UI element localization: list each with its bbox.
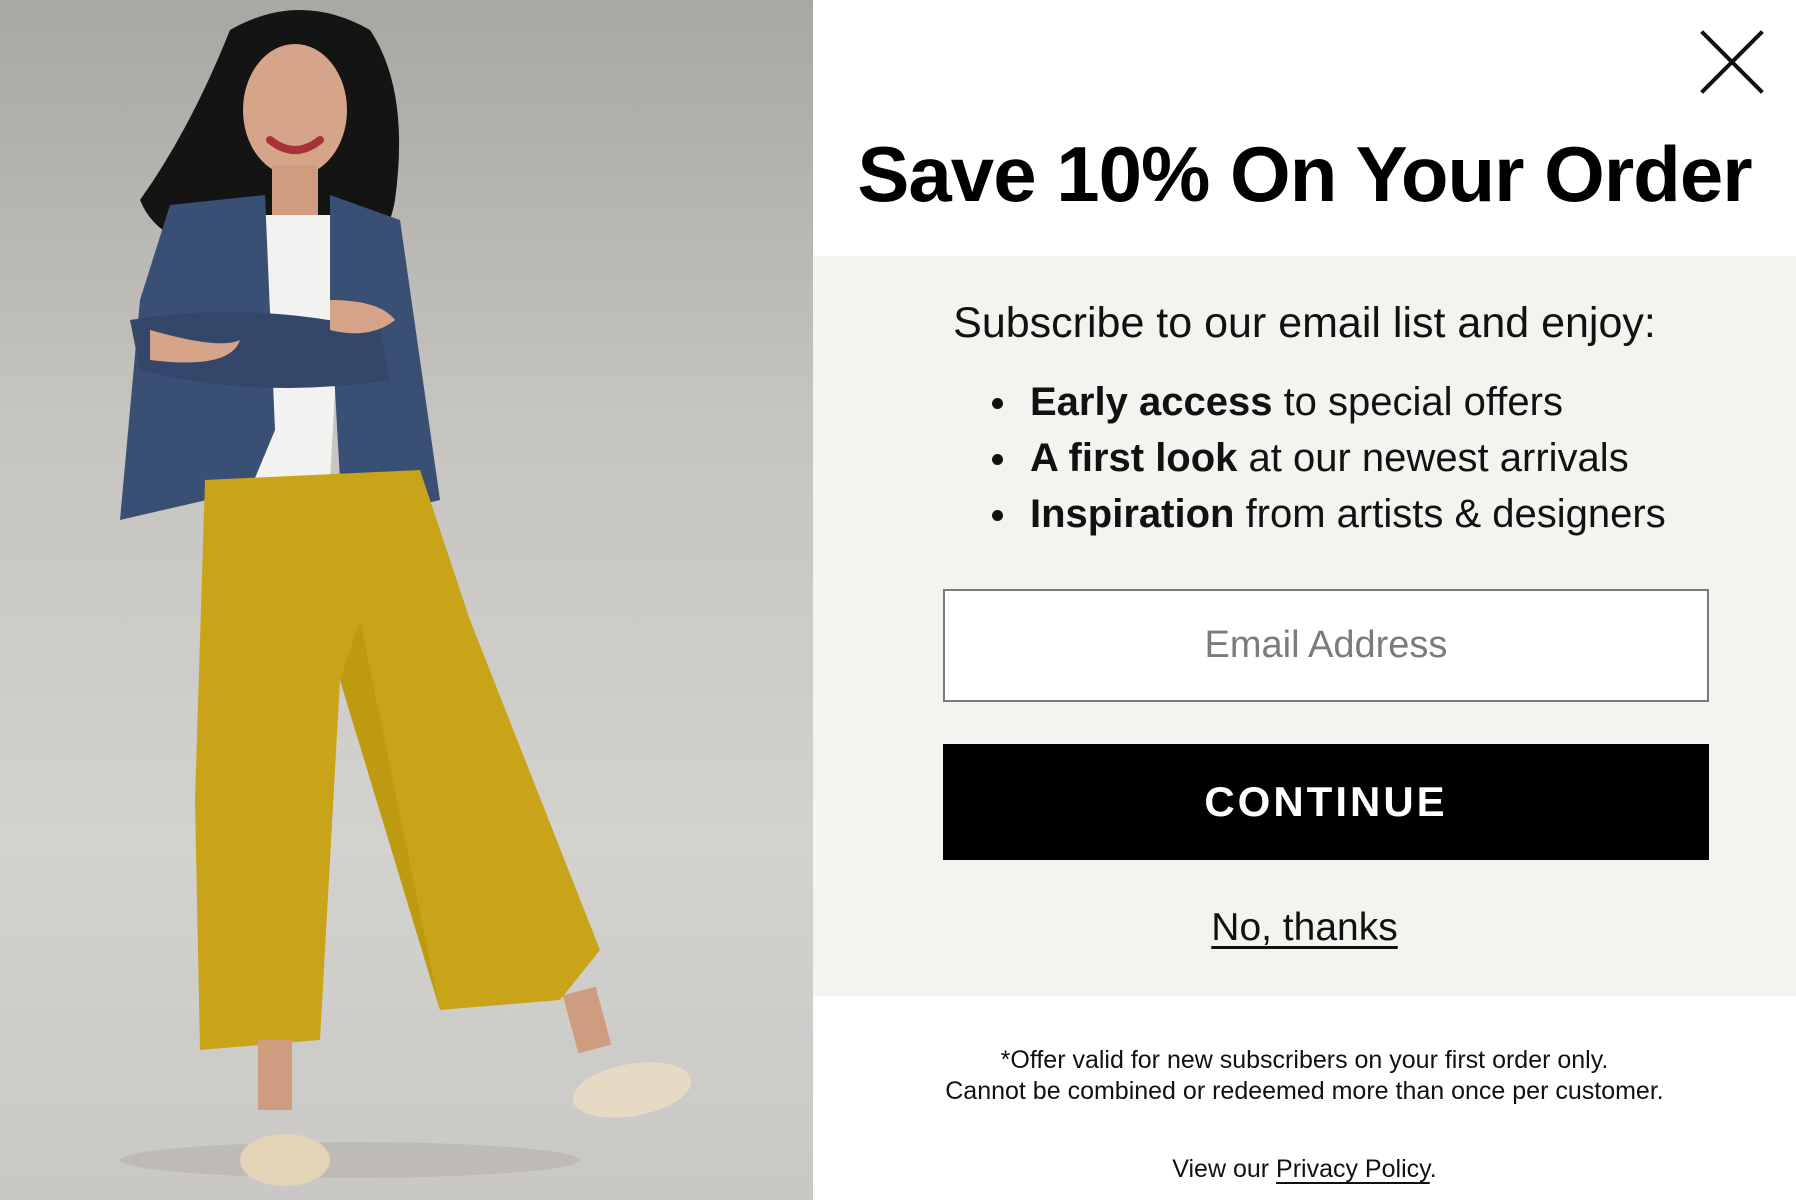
decline-container: No, thanks bbox=[813, 906, 1796, 950]
disclaimer-line-1: *Offer valid for new subscribers on your… bbox=[1000, 1046, 1609, 1074]
benefit-text: to special offers bbox=[1272, 380, 1563, 424]
continue-button[interactable]: CONTINUE bbox=[943, 744, 1709, 860]
popup-headline: Save 10% On Your Order bbox=[857, 130, 1752, 218]
privacy-policy-link[interactable]: Privacy Policy bbox=[1276, 1155, 1430, 1183]
close-icon[interactable] bbox=[1698, 28, 1766, 96]
benefits-list: Early access to special offers A first l… bbox=[990, 374, 1666, 542]
benefit-bold: Early access bbox=[1030, 380, 1273, 424]
email-input[interactable] bbox=[943, 589, 1709, 702]
privacy-notice: View our Privacy Policy. bbox=[813, 1155, 1796, 1184]
model-photo bbox=[0, 0, 813, 1200]
offer-disclaimer: *Offer valid for new subscribers on your… bbox=[813, 1045, 1796, 1107]
benefit-bold: A first look bbox=[1030, 436, 1238, 480]
intro-text: Subscribe to our email list and enjoy: bbox=[953, 299, 1656, 347]
benefit-text: from artists & designers bbox=[1234, 492, 1666, 536]
disclaimer-line-2: Cannot be combined or redeemed more than… bbox=[945, 1077, 1664, 1105]
model-illustration bbox=[120, 10, 692, 1186]
signup-popup: Save 10% On Your Order Subscribe to our … bbox=[813, 0, 1796, 1200]
benefit-bold: Inspiration bbox=[1030, 492, 1235, 536]
benefit-item: Inspiration from artists & designers bbox=[990, 486, 1666, 542]
privacy-suffix: . bbox=[1429, 1155, 1437, 1183]
no-thanks-link[interactable]: No, thanks bbox=[1211, 906, 1397, 949]
benefit-item: A first look at our newest arrivals bbox=[990, 430, 1666, 486]
benefit-text: at our newest arrivals bbox=[1237, 436, 1629, 480]
signup-form-area: Subscribe to our email list and enjoy: E… bbox=[813, 256, 1796, 996]
benefit-item: Early access to special offers bbox=[990, 374, 1666, 430]
privacy-prefix: View our bbox=[1172, 1155, 1277, 1183]
